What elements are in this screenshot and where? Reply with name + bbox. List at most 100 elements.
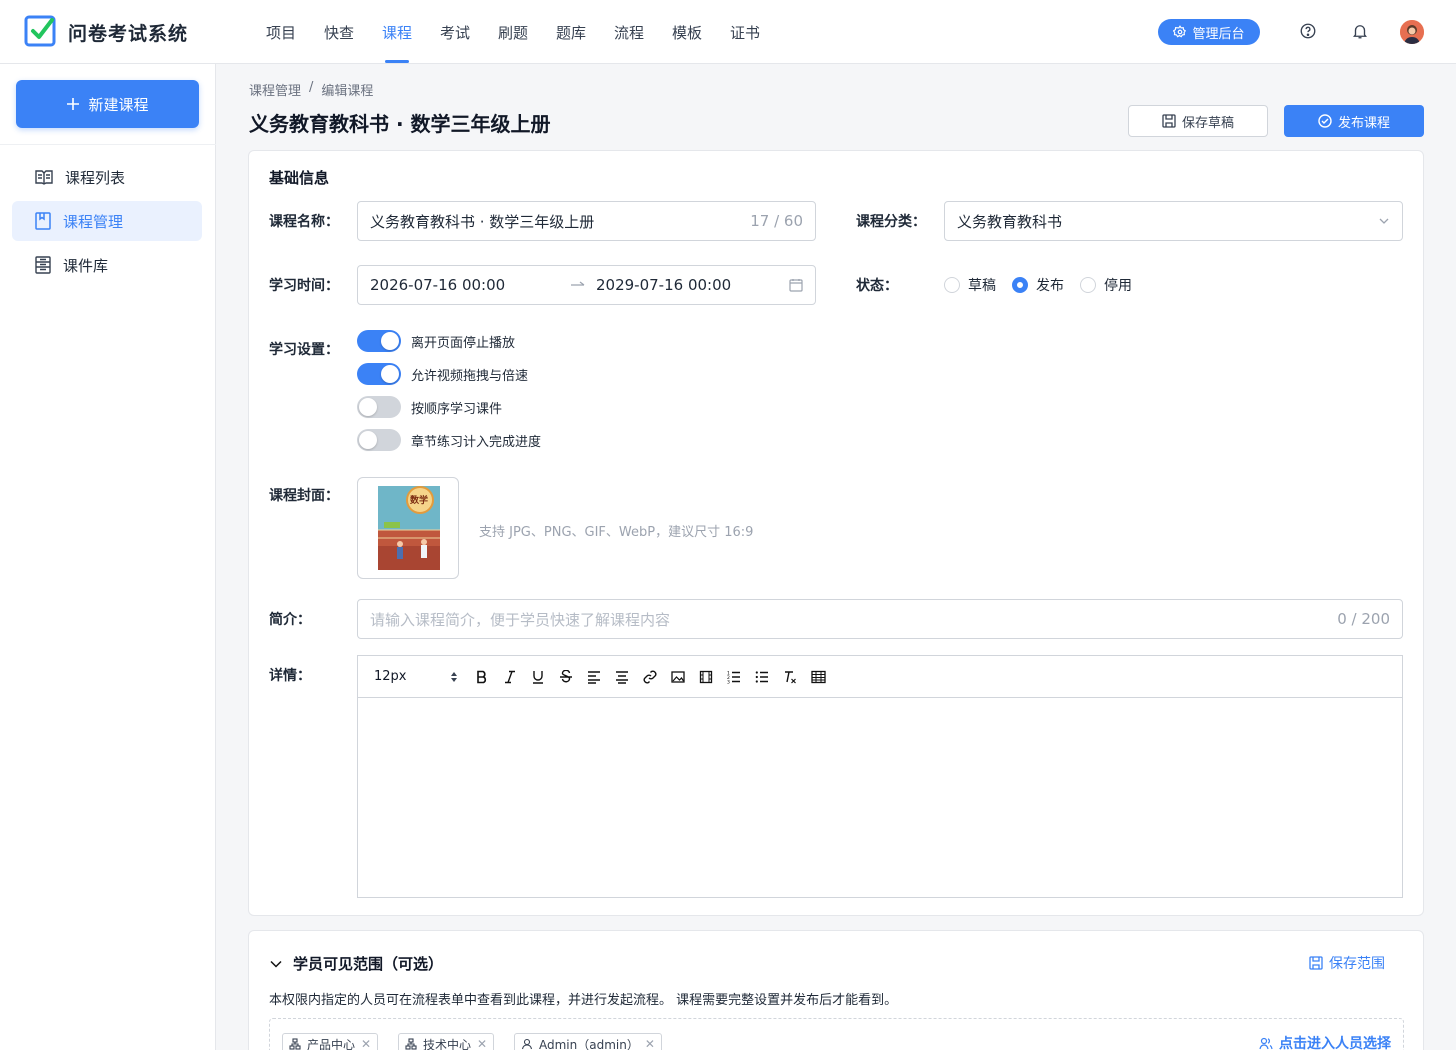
publish-course-button[interactable]: 发布课程 — [1284, 105, 1424, 137]
user-icon — [521, 1038, 533, 1050]
underline-icon[interactable] — [524, 663, 552, 691]
top-navbar: 问卷考试系统 项目 快查 课程 考试 刷题 题库 流程 模板 证书 管理后台 — [0, 0, 1456, 64]
intro-count: 0 / 200 — [1337, 610, 1390, 628]
font-size-value: 12px — [374, 669, 407, 684]
status-radio-disabled[interactable]: 停用 — [1080, 275, 1132, 295]
close-icon[interactable]: ✕ — [645, 1037, 655, 1050]
breadcrumb-parent[interactable]: 课程管理 — [249, 80, 301, 99]
table-icon[interactable] — [804, 663, 832, 691]
nav-item-workflow[interactable]: 流程 — [614, 22, 644, 43]
save-scope-button[interactable]: 保存范围 — [1309, 953, 1385, 973]
study-time-label: 学习时间： — [269, 278, 339, 294]
practice-counts-progress-toggle[interactable] — [357, 429, 401, 451]
cover-upload[interactable]: 数学 — [357, 477, 459, 579]
radio-circle — [944, 277, 960, 293]
nav-item-quick-check[interactable]: 快查 — [324, 22, 354, 43]
allow-seek-speed-toggle[interactable] — [357, 363, 401, 385]
strikethrough-icon[interactable] — [552, 663, 580, 691]
radio-label: 停用 — [1104, 278, 1132, 294]
chevron-down-icon — [269, 957, 283, 971]
sidebar-item-label: 课件库 — [63, 256, 109, 275]
status-radio-draft[interactable]: 草稿 — [944, 275, 996, 295]
nav-item-exam[interactable]: 考试 — [440, 22, 470, 43]
nav-item-template[interactable]: 模板 — [672, 22, 702, 43]
sidebar-item-course-manage[interactable]: 课程管理 — [12, 201, 202, 241]
nav-item-project[interactable]: 项目 — [266, 22, 296, 43]
study-time-start: 2026-07-16 00:00 — [370, 276, 506, 294]
book-icon — [35, 169, 53, 185]
stop-on-leave-toggle[interactable] — [357, 330, 401, 352]
calendar-icon — [789, 278, 803, 292]
ordered-list-icon[interactable]: 123 — [720, 663, 748, 691]
chevron-down-icon — [1378, 215, 1390, 227]
bold-icon[interactable] — [468, 663, 496, 691]
setting-allow-seek-speed: 允许视频拖拽与倍速 — [357, 363, 528, 385]
clear-format-icon[interactable] — [776, 663, 804, 691]
align-center-icon[interactable] — [608, 663, 636, 691]
cover-badge-text: 数学 — [410, 496, 429, 506]
radio-label: 发布 — [1036, 278, 1064, 294]
help-icon[interactable] — [1299, 22, 1317, 40]
users-icon — [1259, 1036, 1273, 1050]
breadcrumb: 课程管理 / 编辑课程 — [249, 80, 373, 99]
course-name-input[interactable]: 义务教育教科书 · 数学三年级上册 17 / 60 — [357, 201, 816, 241]
scope-tag-admin: Admin（admin） ✕ — [514, 1033, 662, 1050]
scope-tag-area[interactable]: 产品中心 ✕ 技术中心 ✕ Admin（admin） ✕ 点击进入人员选择 — [269, 1018, 1404, 1050]
breadcrumb-current: 编辑课程 — [321, 84, 374, 99]
sidebar-item-label: 课程管理 — [63, 212, 124, 231]
visibility-scope-card: 学员可见范围（可选） 保存范围 本权限内指定的人员可在流程表单中查看到此课程，并… — [248, 930, 1424, 1050]
setting-label: 按顺序学习课件 — [411, 401, 503, 417]
tag-label: 技术中心 — [423, 1037, 472, 1050]
status-radio-published[interactable]: 发布 — [1012, 275, 1064, 295]
main-content: 课程管理 / 编辑课程 义务教育教科书 · 数学三年级上册 保存草稿 发布课程 … — [216, 64, 1456, 1050]
close-icon[interactable]: ✕ — [477, 1037, 487, 1050]
nav-item-practice[interactable]: 刷题 — [498, 22, 528, 43]
detail-label: 详情： — [269, 668, 311, 684]
close-icon[interactable]: ✕ — [361, 1037, 371, 1050]
cover-label: 课程封面： — [269, 488, 339, 504]
video-icon[interactable] — [692, 663, 720, 691]
avatar[interactable] — [1400, 20, 1424, 44]
nav-active-indicator — [385, 60, 409, 63]
publish-course-label: 发布课程 — [1337, 115, 1390, 131]
editor-toolbar: 12px 123 — [358, 656, 1402, 698]
scope-description: 本权限内指定的人员可在流程表单中查看到此课程，并进行发起流程。 课程需要完整设置… — [269, 993, 898, 1008]
sequential-study-toggle[interactable] — [357, 396, 401, 418]
study-time-end: 2029-07-16 00:00 — [596, 276, 732, 294]
bullet-list-icon[interactable] — [748, 663, 776, 691]
logo-icon — [24, 14, 56, 48]
scope-tag-product-center: 产品中心 ✕ — [282, 1033, 379, 1050]
bell-icon[interactable] — [1351, 22, 1369, 40]
scope-header[interactable]: 学员可见范围（可选） — [269, 953, 443, 974]
link-icon[interactable] — [636, 663, 664, 691]
brand-title: 问卷考试系统 — [68, 23, 189, 45]
admin-console-button[interactable]: 管理后台 — [1158, 19, 1260, 45]
sidebar-item-label: 课程列表 — [65, 168, 126, 187]
new-course-label: 新建课程 — [88, 95, 149, 114]
sidebar-item-courseware[interactable]: 课件库 — [12, 245, 202, 285]
nav-item-question-bank[interactable]: 题库 — [556, 22, 586, 43]
save-draft-button[interactable]: 保存草稿 — [1128, 105, 1268, 137]
course-name-label: 课程名称： — [269, 214, 339, 230]
tag-label: Admin（admin） — [539, 1037, 639, 1050]
course-name-value: 义务教育教科书 · 数学三年级上册 — [370, 212, 595, 231]
new-course-button[interactable]: 新建课程 — [16, 80, 199, 128]
sidebar: 新建课程 课程列表 课程管理 课件库 — [0, 64, 216, 1050]
setting-stop-on-leave: 离开页面停止播放 — [357, 330, 515, 352]
cover-thumbnail — [378, 486, 440, 570]
nav-item-certificate[interactable]: 证书 — [730, 22, 760, 43]
nav-item-course[interactable]: 课程 — [382, 22, 412, 43]
image-icon[interactable] — [664, 663, 692, 691]
font-size-select[interactable]: 12px — [374, 669, 464, 684]
sidebar-item-course-list[interactable]: 课程列表 — [12, 157, 202, 197]
align-left-icon[interactable] — [580, 663, 608, 691]
setting-label: 允许视频拖拽与倍速 — [411, 368, 529, 384]
intro-input[interactable]: 请输入课程简介，便于学员快速了解课程内容 0 / 200 — [357, 599, 1403, 639]
course-category-select[interactable]: 义务教育教科书 — [944, 201, 1403, 241]
study-time-range-picker[interactable]: 2026-07-16 00:00 2029-07-16 00:00 — [357, 265, 816, 305]
page-title: 义务教育教科书 · 数学三年级上册 — [249, 112, 551, 136]
scope-tag-tech-center: 技术中心 ✕ — [398, 1033, 495, 1050]
gear-icon — [1173, 25, 1187, 39]
pick-members-link[interactable]: 点击进入人员选择 — [1259, 1033, 1391, 1050]
italic-icon[interactable] — [496, 663, 524, 691]
